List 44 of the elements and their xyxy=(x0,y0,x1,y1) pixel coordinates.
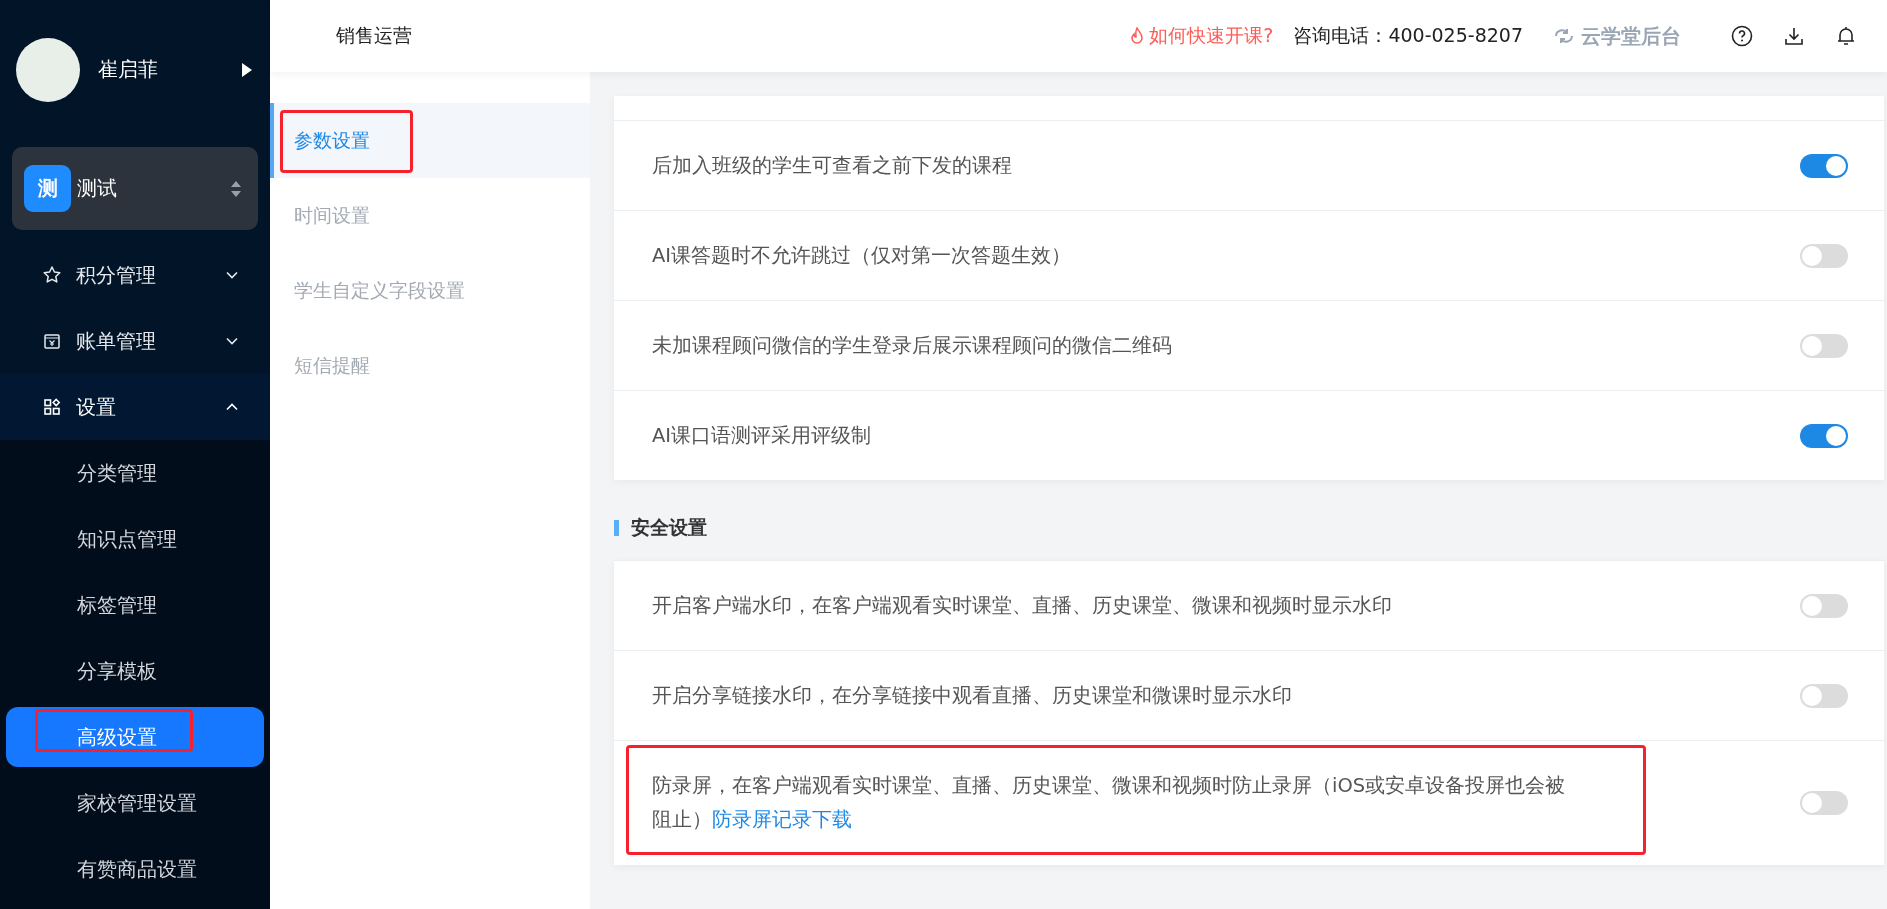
toggle-switch[interactable] xyxy=(1800,333,1848,358)
setting-description: 开启分享链接水印，在分享链接中观看直播、历史课堂和微课时显示水印 xyxy=(652,682,1293,709)
setting-description: 未加课程顾问微信的学生登录后展示课程顾问的微信二维码 xyxy=(652,332,1173,359)
menu-item[interactable]: 账单管理 xyxy=(0,308,270,374)
toggle-switch[interactable] xyxy=(1800,593,1848,618)
setting-description: AI课口语测评采用评级制 xyxy=(652,422,873,449)
download-link[interactable]: 防录屏记录下载 xyxy=(712,808,852,831)
organization-switcher[interactable]: 测 测试 xyxy=(12,147,258,230)
setting-description: AI课答题时不允许跳过（仅对第一次答题生效） xyxy=(652,242,1073,269)
submenu-item[interactable]: 分享模板 xyxy=(6,641,264,701)
grid-icon xyxy=(42,397,62,417)
phone-number: 咨询电话：400-025-8207 xyxy=(1293,23,1523,48)
submenu-item[interactable]: 家校管理设置 xyxy=(6,773,264,833)
setting-description: 后加入班级的学生可查看之前下发的课程 xyxy=(652,152,1013,179)
refresh-icon xyxy=(1553,27,1575,45)
menu-label: 积分管理 xyxy=(76,261,157,289)
toggle-switch[interactable] xyxy=(1800,791,1848,815)
section-marker xyxy=(614,520,619,536)
star-icon xyxy=(42,265,62,285)
bill-icon xyxy=(42,331,62,351)
submenu-item[interactable]: 分类管理 xyxy=(6,443,264,503)
download-icon[interactable] xyxy=(1783,25,1805,47)
submenu-item[interactable]: 知识点管理 xyxy=(6,509,264,569)
page-title: 销售运营 xyxy=(336,23,413,48)
setting-description: 防录屏，在客户端观看实时课堂、直播、历史课堂、微课和视频时防止录屏（iOS或安卓设备投屏也会被阻止）防录屏记录下载 xyxy=(652,773,1567,833)
flame-icon xyxy=(1129,27,1146,45)
setting-description: 开启客户端水印，在客户端观看实时课堂、直播、历史课堂、微课和视频时显示水印 xyxy=(652,592,1393,619)
toggle-switch[interactable] xyxy=(1800,423,1848,448)
submenu-item[interactable]: 高级设置 xyxy=(6,707,264,767)
menu-label: 账单管理 xyxy=(76,327,157,355)
toggle-switch[interactable] xyxy=(1800,153,1848,178)
caret-right-icon[interactable] xyxy=(242,62,252,77)
help-icon[interactable] xyxy=(1731,25,1753,47)
toggle-switch[interactable] xyxy=(1800,243,1848,268)
bell-icon[interactable] xyxy=(1835,25,1857,47)
section-title: 安全设置 xyxy=(631,515,707,540)
submenu-item[interactable]: 有赞商品设置 xyxy=(6,839,264,899)
user-name: 崔启菲 xyxy=(98,56,159,84)
organization-badge: 测 xyxy=(24,165,71,213)
toggle-switch[interactable] xyxy=(1800,683,1848,708)
menu-item[interactable]: 积分管理 xyxy=(0,242,270,308)
submenu-item[interactable]: 标签管理 xyxy=(6,575,264,635)
menu-item[interactable]: 设置 xyxy=(0,374,270,440)
menu-label: 设置 xyxy=(76,393,117,421)
